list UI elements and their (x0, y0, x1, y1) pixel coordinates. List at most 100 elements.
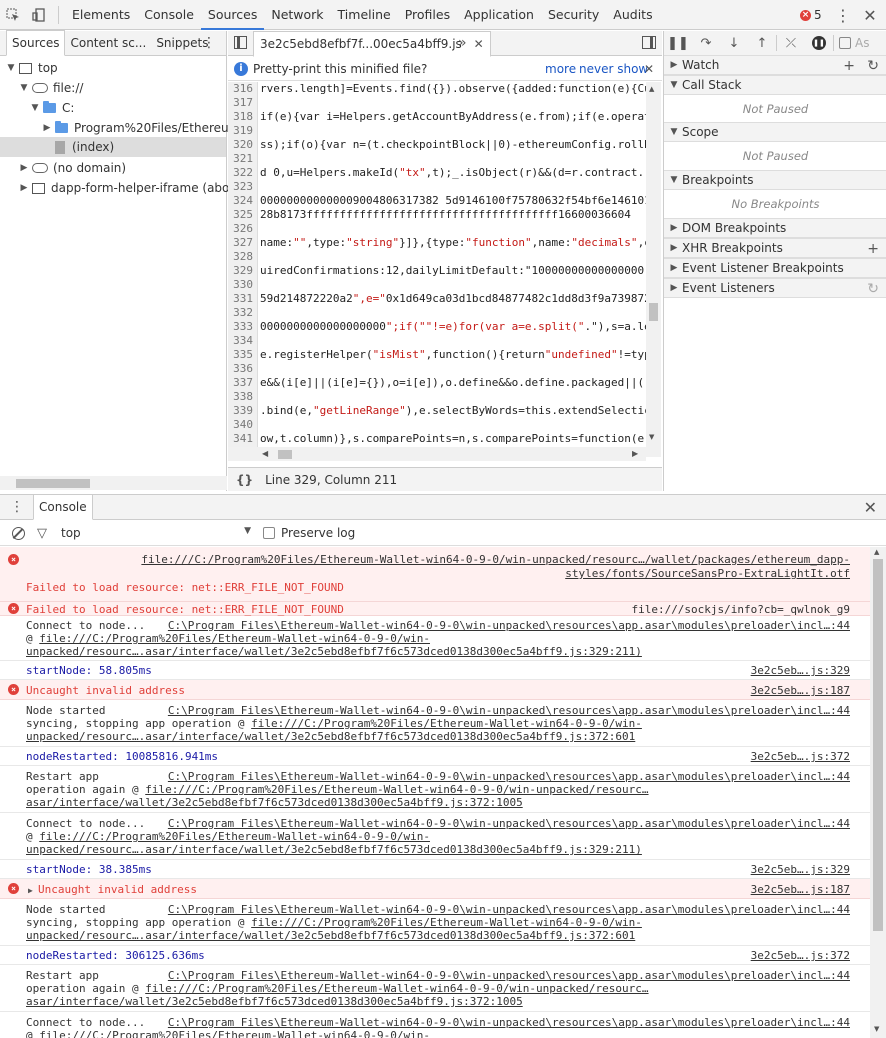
tree-item-dapp-iframe[interactable]: ▶ dapp-form-helper-iframe (about: (19, 178, 246, 198)
scroll-right-arrow-icon[interactable]: ▶ (632, 449, 638, 458)
line-number[interactable]: 330 (228, 278, 258, 292)
refresh-icon[interactable]: ↻ (867, 279, 879, 299)
message-source-link[interactable]: file:///sockjs/info?cb=_qwlnok_g9 (631, 603, 850, 616)
message-source-link[interactable]: C:\Program Files\Ethereum-Wallet-win64-0… (168, 969, 850, 982)
line-number[interactable]: 320 (228, 138, 258, 152)
customize-menu-icon[interactable]: ⋮ (832, 0, 854, 30)
message-source-link[interactable]: C:\Program Files\Ethereum-Wallet-win64-0… (168, 903, 850, 916)
context-selector[interactable]: top ▼ (61, 526, 251, 540)
code-line[interactable]: 326 (228, 222, 646, 236)
code-line[interactable]: 321 (228, 152, 646, 166)
tab-elements[interactable]: Elements (65, 0, 137, 30)
code-line[interactable]: 316 rvers.length]=Events.find({}).observe… (228, 82, 646, 96)
step-out-icon[interactable]: ↑ (748, 31, 776, 56)
tree-item-no-domain[interactable]: ▶ (no domain) (19, 158, 127, 178)
filter-icon[interactable]: ▽ (37, 526, 47, 541)
line-number[interactable]: 341 (228, 432, 258, 446)
message-source-link[interactable]: C:\Program Files\Ethereum-Wallet-win64-0… (168, 704, 850, 717)
expand-arrow-icon[interactable]: ▼ (19, 78, 29, 98)
section-dom-breakpoints[interactable]: ▶ DOM Breakpoints (664, 218, 886, 238)
code-line[interactable]: 322 d 0,u=Helpers.makeId("tx",t);_.isObje… (228, 166, 646, 180)
message-url-link[interactable]: file:///C:/Program%20Files/Ethereum-Wall… (145, 982, 648, 995)
message-source-link[interactable]: 3e2c5eb….js:329 (751, 863, 850, 876)
code-line[interactable]: 336 (228, 362, 646, 376)
section-event-listener-breakpoints[interactable]: ▶ Event Listener Breakpoints (664, 258, 886, 278)
code-line[interactable]: 323 (228, 180, 646, 194)
section-call-stack[interactable]: ▼ Call Stack (664, 75, 886, 95)
code-vertical-scrollbar[interactable]: ▲ ▼ (646, 82, 661, 457)
deactivate-breakpoints-icon[interactable]: ⤫ (777, 31, 805, 56)
tree-item-file[interactable]: ▼ file:// (19, 78, 84, 98)
line-number[interactable]: 339 (228, 404, 258, 418)
never-show-link[interactable]: never show (579, 62, 648, 76)
code-line[interactable]: 332 (228, 306, 646, 320)
line-number[interactable]: 329 (228, 264, 258, 278)
pause-on-exceptions-icon[interactable]: ❚❚ (805, 31, 833, 56)
line-number[interactable]: 323 (228, 180, 258, 194)
scroll-left-arrow-icon[interactable]: ◀ (262, 449, 268, 458)
inspect-element-icon[interactable] (0, 0, 26, 30)
toggle-debugger-icon[interactable] (642, 36, 656, 49)
line-number[interactable]: 328 (228, 250, 258, 264)
code-line[interactable]: 328 (228, 250, 646, 264)
scrollbar-thumb[interactable] (873, 559, 883, 931)
code-line[interactable]: 324 000000000000009004806317382 5d9146100… (228, 194, 646, 208)
code-line[interactable]: 340 (228, 418, 646, 432)
code-line[interactable]: 317 (228, 96, 646, 110)
section-breakpoints[interactable]: ▼ Breakpoints (664, 170, 886, 190)
device-toolbar-icon[interactable] (26, 0, 52, 30)
line-number[interactable]: 338 (228, 390, 258, 404)
tab-profiles[interactable]: Profiles (398, 0, 457, 30)
close-tab-icon[interactable]: ✕ (474, 37, 484, 51)
section-scope[interactable]: ▼ Scope (664, 122, 886, 142)
console-message-error[interactable]: × ▶ Uncaught invalid address 3e2c5eb….js… (0, 879, 870, 899)
message-url-link[interactable]: file:///C:/Program%20Files/Ethereum-Wall… (39, 830, 430, 843)
line-number[interactable]: 326 (228, 222, 258, 236)
nav-tab-content-scripts[interactable]: Content sc... (65, 31, 151, 56)
message-source-link[interactable]: 3e2c5eb….js:187 (751, 684, 850, 697)
code-line[interactable]: 338 (228, 390, 646, 404)
message-url-link[interactable]: unpacked/resourc….asar/interface/wallet/… (26, 645, 642, 658)
line-number[interactable]: 333 (228, 320, 258, 334)
tab-application[interactable]: Application (457, 0, 541, 30)
expand-arrow-icon[interactable]: ▼ (30, 98, 40, 118)
message-url-link[interactable]: file:///C:/Program%20Files/Ethereum-Wall… (39, 1029, 430, 1038)
message-url-link[interactable]: file:///C:/Program%20Files/Ethereum-Wall… (251, 717, 642, 730)
section-xhr-breakpoints[interactable]: ▶ XHR Breakpoints + (664, 238, 886, 258)
line-number[interactable]: 321 (228, 152, 258, 166)
message-url-link[interactable]: unpacked/resourc….asar/interface/wallet/… (26, 929, 635, 942)
message-source-link[interactable]: C:\Program Files\Ethereum-Wallet-win64-0… (168, 1016, 850, 1029)
error-counter[interactable]: × 5 (800, 0, 822, 30)
line-number[interactable]: 324 (228, 194, 258, 208)
section-event-listeners[interactable]: ▶ Event Listeners ↻ (664, 278, 886, 298)
refresh-icon[interactable]: ↻ (867, 56, 879, 76)
pretty-print-icon[interactable]: {} (236, 473, 253, 487)
drawer-tab-console[interactable]: Console (33, 494, 93, 520)
line-number[interactable]: 322 (228, 166, 258, 180)
code-line[interactable]: 331 59d214872220a2",e="0x1d649ca03d1bcd84… (228, 292, 646, 306)
close-drawer-icon[interactable]: ✕ (864, 495, 877, 521)
line-number[interactable]: 317 (228, 96, 258, 110)
scroll-up-arrow-icon[interactable]: ▲ (874, 548, 879, 556)
tab-network[interactable]: Network (264, 0, 330, 30)
message-url-link[interactable]: file:///C:/Program%20Files/Ethereum-Wall… (145, 783, 648, 796)
code-line[interactable]: 329 uiredConfirmations:12,dailyLimitDefau… (228, 264, 646, 278)
message-url-link[interactable]: file:///C:/Program%20Files/Ethereum-Wall… (251, 916, 642, 929)
tree-item-c-drive[interactable]: ▼ C: (30, 98, 74, 118)
message-url-link[interactable]: unpacked/resourc….asar/interface/wallet/… (26, 730, 635, 743)
code-line[interactable]: 330 (228, 278, 646, 292)
line-number[interactable]: 325 (228, 208, 258, 222)
message-source-link[interactable]: styles/fonts/SourceSansPro-ExtraLightIt.… (565, 567, 850, 580)
code-line[interactable]: 325 28b8173ffffffffffffffffffffffffffffff… (228, 208, 646, 222)
code-line[interactable]: 341 ow,t.column)},s.comparePoints=n,s.com… (228, 432, 646, 446)
collapse-arrow-icon[interactable]: ▶ (42, 118, 52, 138)
code-area[interactable]: 316 rvers.length]=Events.find({}).observe… (228, 82, 646, 457)
more-tabs-icon[interactable]: » (458, 31, 467, 56)
step-into-icon[interactable]: ↓ (720, 31, 748, 56)
code-line[interactable]: 320 ss);if(o){var n=(t.checkpointBlock||0… (228, 138, 646, 152)
line-number[interactable]: 331 (228, 292, 258, 306)
scrollbar-thumb[interactable] (16, 479, 90, 488)
code-line[interactable]: 319 (228, 124, 646, 138)
tab-console[interactable]: Console (137, 0, 201, 30)
code-line[interactable]: 335 e.registerHelper("isMist",function(){… (228, 348, 646, 362)
